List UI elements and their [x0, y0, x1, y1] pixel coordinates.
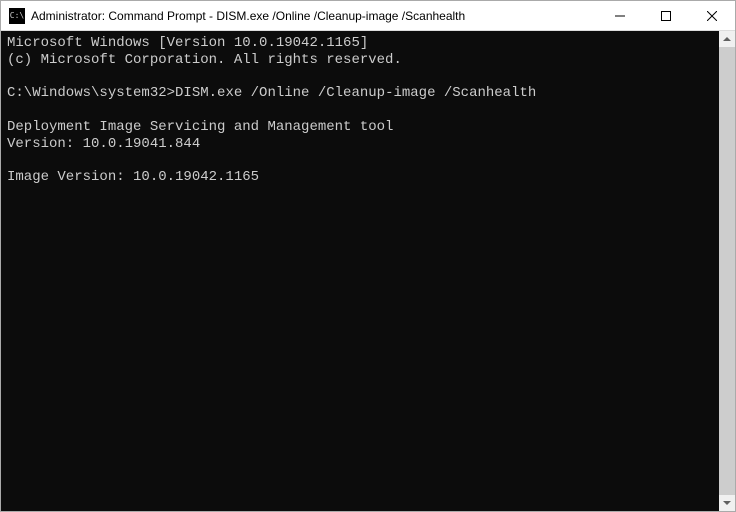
- window-title: Administrator: Command Prompt - DISM.exe…: [31, 9, 597, 23]
- vertical-scrollbar[interactable]: [719, 31, 735, 511]
- scroll-down-arrow-icon[interactable]: [719, 495, 735, 511]
- prompt-text: C:\Windows\system32>: [7, 85, 175, 101]
- window-controls: [597, 1, 735, 30]
- minimize-button[interactable]: [597, 1, 643, 31]
- scroll-thumb[interactable]: [719, 47, 735, 495]
- output-line: (c) Microsoft Corporation. All rights re…: [7, 52, 402, 68]
- scroll-up-arrow-icon[interactable]: [719, 31, 735, 47]
- cmd-icon: C:\: [9, 8, 25, 24]
- maximize-button[interactable]: [643, 1, 689, 31]
- console-output[interactable]: Microsoft Windows [Version 10.0.19042.11…: [1, 31, 719, 511]
- close-button[interactable]: [689, 1, 735, 31]
- window-titlebar[interactable]: C:\ Administrator: Command Prompt - DISM…: [1, 1, 735, 31]
- output-line: Version: 10.0.19041.844: [7, 136, 200, 152]
- console-area: Microsoft Windows [Version 10.0.19042.11…: [1, 31, 735, 511]
- command-text: DISM.exe /Online /Cleanup-image /Scanhea…: [175, 85, 536, 101]
- output-line: Image Version: 10.0.19042.1165: [7, 169, 259, 185]
- output-line: Microsoft Windows [Version 10.0.19042.11…: [7, 35, 368, 51]
- output-line: Deployment Image Servicing and Managemen…: [7, 119, 393, 135]
